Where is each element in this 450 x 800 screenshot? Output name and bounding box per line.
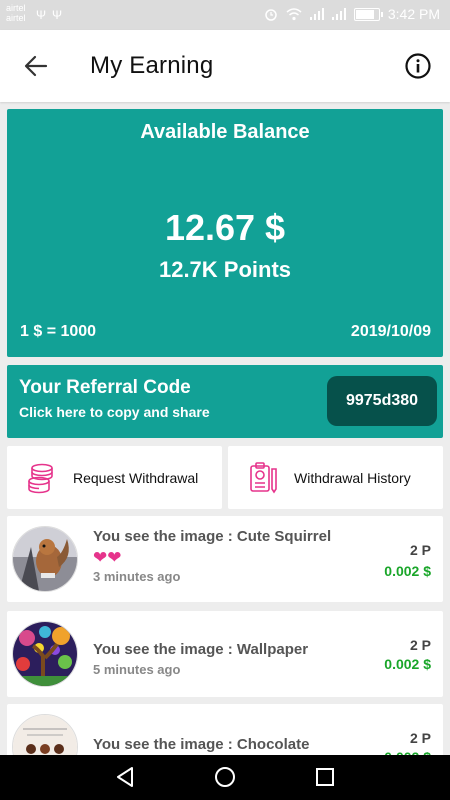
arrow-left-icon[interactable] xyxy=(22,52,50,80)
carrier-1: airtel xyxy=(6,3,26,13)
hearts-icon: ❤❤ xyxy=(93,548,122,567)
activity-time: 5 minutes ago xyxy=(93,662,181,677)
balance-card: Available Balance 12.67 $ 12.7K Points 1… xyxy=(7,109,443,357)
activity-points: 2 P xyxy=(409,637,431,653)
usb-icon: Ψ xyxy=(36,8,47,22)
status-right: 3:42 PM xyxy=(264,6,440,22)
activity-points: 2 P xyxy=(409,730,431,746)
referral-card[interactable]: Your Referral Code Click here to copy an… xyxy=(7,365,443,438)
activity-points: 2 P xyxy=(409,542,431,558)
request-withdrawal-label: Request Withdrawal xyxy=(73,469,199,486)
alarm-icon xyxy=(265,9,277,21)
conversion-rate: 1 $ = 1000 xyxy=(20,323,97,340)
status-time: 3:42 PM xyxy=(387,6,440,22)
withdrawal-history-button[interactable]: Withdrawal History xyxy=(228,446,443,509)
activity-title: You see the image : Cute Squirrel xyxy=(93,528,332,545)
carrier-label: airtel airtel xyxy=(6,3,26,23)
balance-points: 12.7K Points xyxy=(158,257,292,282)
app-bar: My Earning xyxy=(0,30,450,102)
carrier-2: airtel xyxy=(6,13,26,23)
coins-icon xyxy=(28,463,53,493)
referral-subtitle: Click here to copy and share xyxy=(19,404,210,420)
signal-icon xyxy=(309,8,324,20)
activity-item[interactable]: You see the image : Wallpaper 5 minutes … xyxy=(7,611,443,697)
activity-time: 3 minutes ago xyxy=(93,569,181,584)
wifi-icon xyxy=(286,7,302,20)
activity-item[interactable]: You see the image : Cute Squirrel ❤❤ 3 m… xyxy=(7,516,443,602)
info-circle-icon[interactable] xyxy=(404,52,432,80)
request-withdrawal-button[interactable]: Request Withdrawal xyxy=(7,446,222,509)
balance-date: 2019/10/09 xyxy=(350,323,431,340)
page-title: My Earning xyxy=(90,52,214,79)
wallpaper-avatar xyxy=(12,621,78,687)
referral-title: Your Referral Code xyxy=(19,377,191,398)
recents-square-icon[interactable] xyxy=(313,765,337,789)
activity-title: You see the image : Wallpaper xyxy=(93,641,309,658)
squirrel-avatar xyxy=(12,526,78,592)
referral-code[interactable]: 9975d380 xyxy=(327,376,437,426)
usb-icon-2: Ψ xyxy=(52,8,63,22)
activity-dollars: 0.002 $ xyxy=(384,563,431,579)
activity-dollars: 0.002 $ xyxy=(384,656,431,672)
navigation-bar xyxy=(0,755,450,800)
battery-icon xyxy=(353,7,383,21)
withdrawal-history-label: Withdrawal History xyxy=(294,469,411,486)
back-triangle-icon[interactable] xyxy=(113,765,137,789)
balance-amount: 12.67 $ xyxy=(164,207,286,248)
clipboard-history-icon xyxy=(250,461,277,493)
status-bar: airtel airtel Ψ Ψ 3:42 PM xyxy=(0,0,450,30)
activity-title: You see the image : Chocolate xyxy=(93,736,310,753)
balance-heading: Available Balance xyxy=(140,121,310,143)
home-circle-icon[interactable] xyxy=(213,765,237,789)
signal-icon-2 xyxy=(331,8,346,20)
